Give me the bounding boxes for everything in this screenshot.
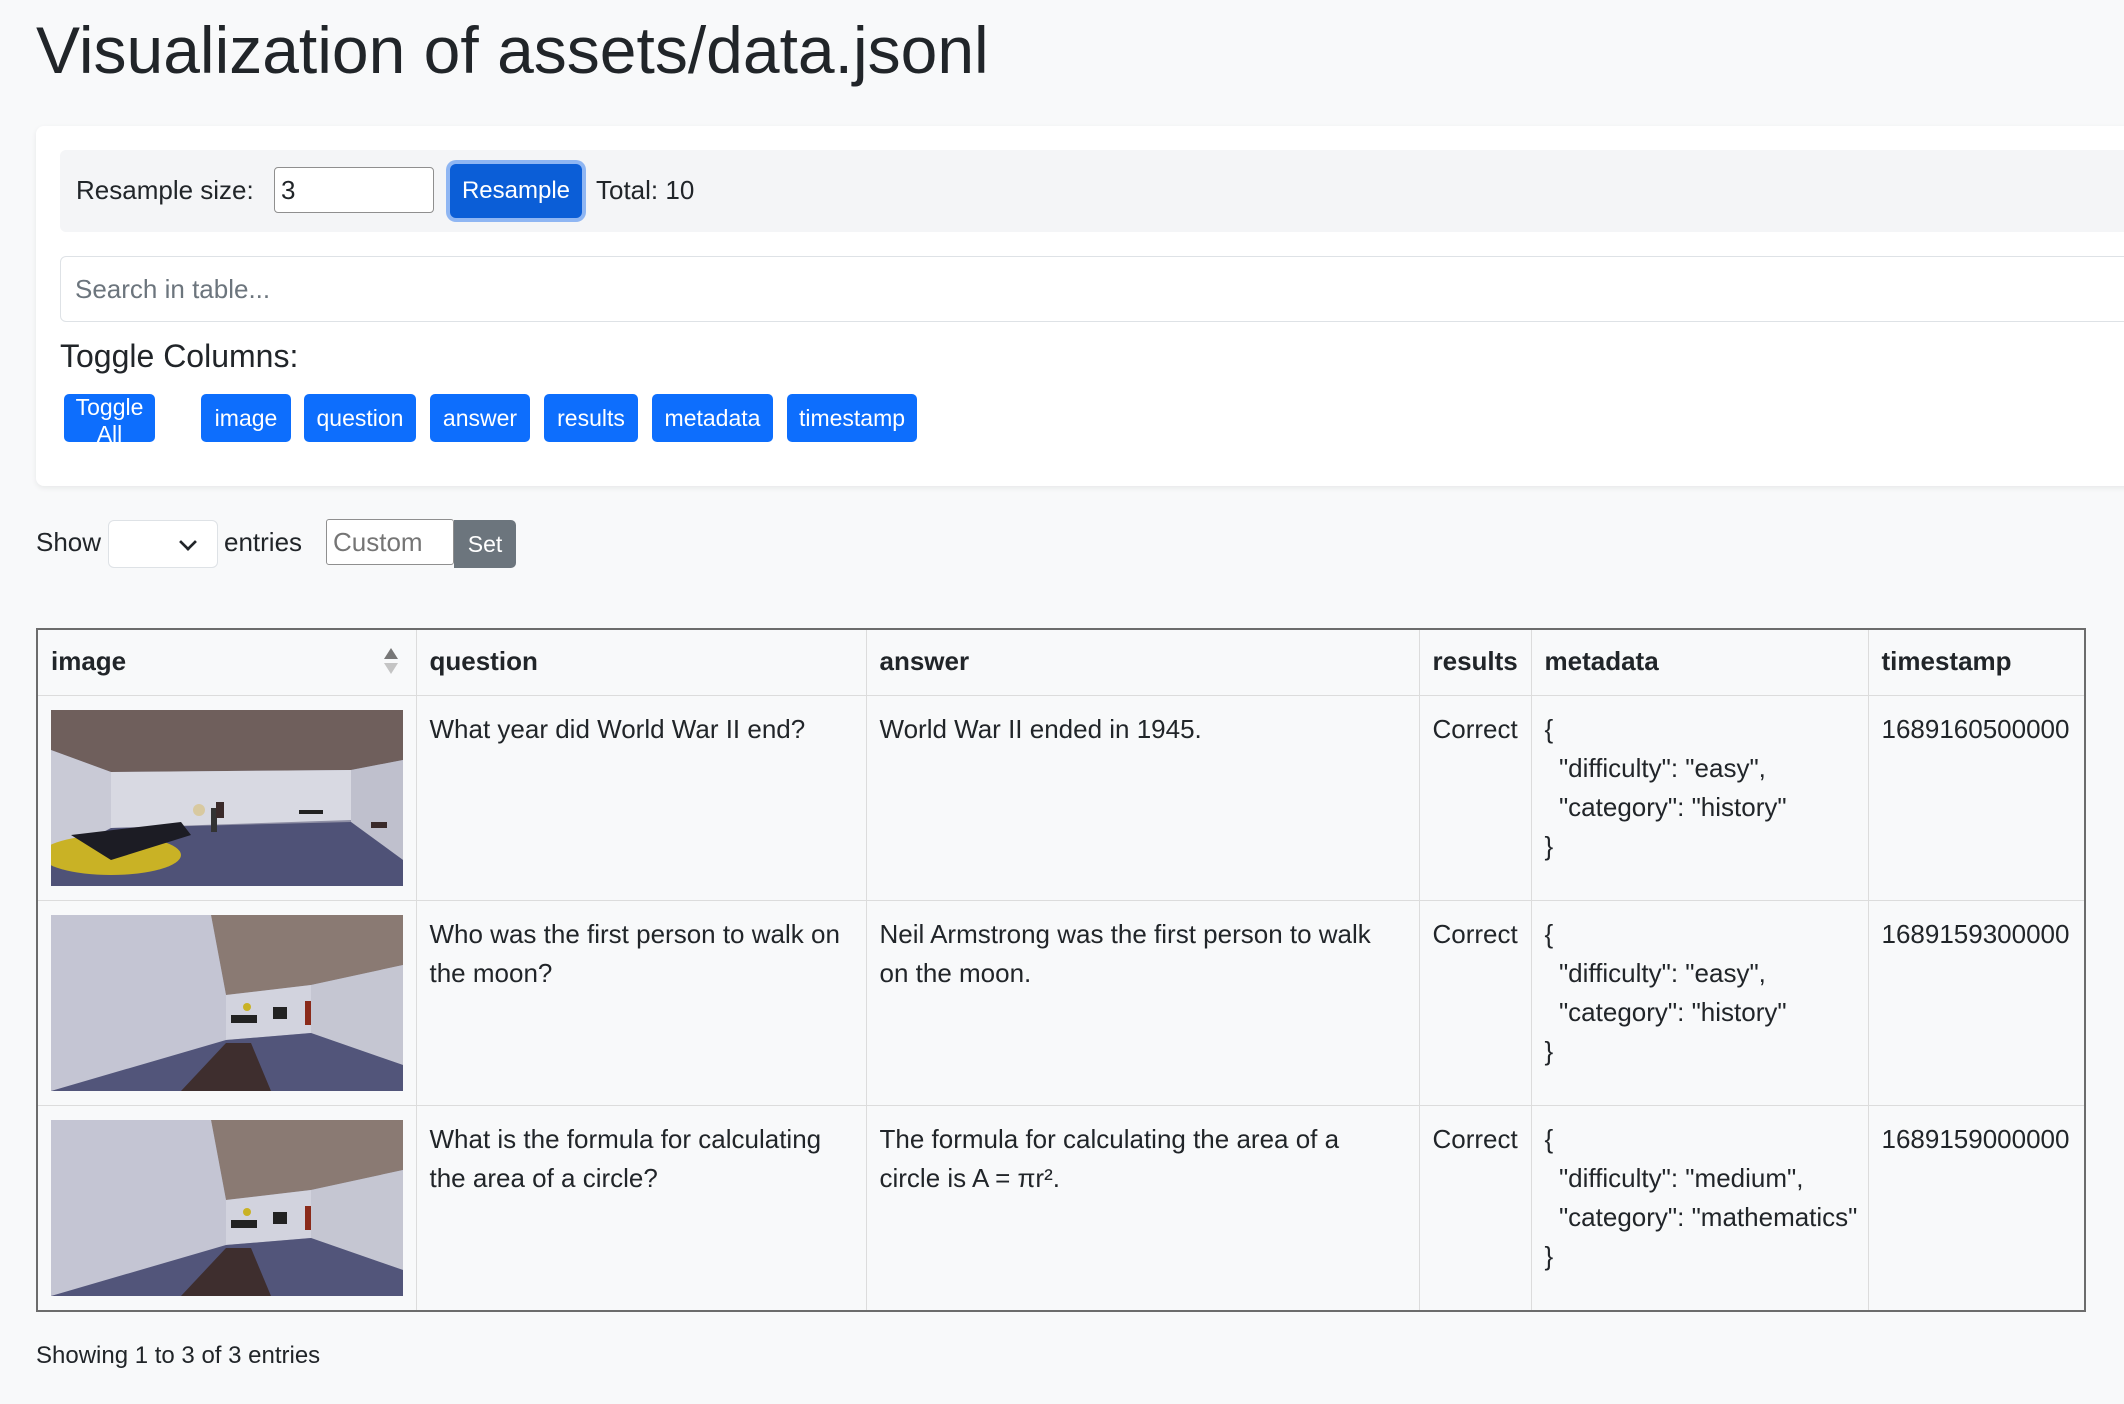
metadata-cell: { "difficulty": "easy", "category": "his… (1530, 695, 1869, 901)
resample-size-label: Resample size: (76, 175, 254, 205)
question-cell: What is the formula for calculating the … (415, 1105, 867, 1312)
results-cell: Correct (1418, 1105, 1532, 1312)
results-cell: Correct (1418, 900, 1532, 1106)
table-row: What is the formula for calculating the … (36, 1105, 2086, 1312)
timestamp-cell: 1689159000000 (1867, 1105, 2086, 1312)
question-cell: What year did World War II end? (415, 695, 867, 901)
column-header-question[interactable]: question (415, 628, 867, 696)
results-cell: Correct (1418, 695, 1532, 901)
show-label: Show (36, 527, 102, 557)
timestamp-cell: 1689160500000 (1867, 695, 2086, 901)
toggle-answer-button[interactable]: answer (430, 394, 530, 442)
answer-cell: Neil Armstrong was the first person to w… (865, 900, 1420, 1106)
column-header-results[interactable]: results (1418, 628, 1532, 696)
table-row: Who was the first person to walk on the … (36, 900, 2086, 1106)
entries-per-page-select[interactable] (108, 520, 218, 568)
room-render-image (51, 710, 403, 886)
entries-label: entries (224, 527, 303, 557)
total-count: Total: 10 (596, 175, 695, 205)
entries-summary: Showing 1 to 3 of 3 entries (36, 1342, 321, 1369)
answer-cell: World War II ended in 1945. (865, 695, 1420, 901)
resample-size-input[interactable] (274, 167, 434, 213)
controls-card: Resample size: Resample Total: 10 Toggle… (36, 126, 2124, 486)
image-cell (36, 1105, 417, 1312)
toggle-metadata-button[interactable]: metadata (652, 394, 773, 442)
chevron-down-icon (179, 533, 197, 551)
metadata-cell: { "difficulty": "easy", "category": "his… (1530, 900, 1869, 1106)
custom-entries-input[interactable] (326, 519, 454, 565)
room-render-image (51, 915, 403, 1091)
page-title: Visualization of assets/data.jsonl (36, 13, 989, 87)
room-render-image (51, 1120, 403, 1296)
toggle-columns-heading: Toggle Columns: (60, 338, 299, 374)
data-table: image question answer results metadata t… (36, 628, 2086, 1312)
image-cell (36, 900, 417, 1106)
column-header-answer[interactable]: answer (865, 628, 1420, 696)
table-search-input[interactable] (60, 256, 2124, 322)
question-cell: Who was the first person to walk on the … (415, 900, 867, 1106)
column-header-timestamp[interactable]: timestamp (1867, 628, 2086, 696)
timestamp-cell: 1689159300000 (1867, 900, 2086, 1106)
toggle-timestamp-button[interactable]: timestamp (787, 394, 917, 442)
page: Visualization of assets/data.jsonl Resam… (0, 0, 2124, 1404)
toggle-image-button[interactable]: image (201, 394, 291, 442)
toggle-results-button[interactable]: results (544, 394, 638, 442)
sort-icon[interactable] (383, 648, 398, 676)
set-entries-button[interactable]: Set (454, 520, 516, 568)
column-header-metadata[interactable]: metadata (1530, 628, 1869, 696)
toggle-all-button[interactable]: Toggle All (64, 394, 155, 447)
table-row: What year did World War II end? World Wa… (36, 695, 2086, 901)
toggle-question-button[interactable]: question (304, 394, 416, 442)
table-header-row: image question answer results metadata t… (36, 628, 2086, 696)
answer-cell: The formula for calculating the area of … (865, 1105, 1420, 1312)
resample-bar: Resample size: Resample Total: 10 (60, 150, 2124, 232)
metadata-cell: { "difficulty": "medium", "category": "m… (1530, 1105, 1869, 1312)
column-header-image[interactable]: image (36, 628, 417, 696)
column-header-label: image (51, 646, 127, 676)
image-cell (36, 695, 417, 901)
resample-button[interactable]: Resample (450, 164, 582, 218)
